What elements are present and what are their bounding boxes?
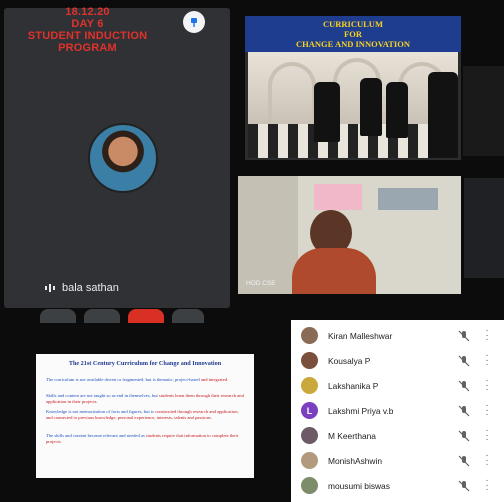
slide-title: The 21st Century Curriculum for Change a… [68, 360, 222, 367]
more-options-button[interactable] [172, 309, 204, 323]
banner-day: DAY 6 [71, 18, 104, 30]
mic-off-icon[interactable] [458, 355, 470, 367]
slide-header-line: FOR [344, 29, 362, 39]
list-item[interactable]: M Keerthana · · · [291, 424, 504, 449]
slide-header: CURRICULUM FOR CHANGE AND INNOVATION [245, 16, 461, 52]
graduation-photo [248, 52, 458, 158]
slide-bullet: The skills and content become relevant a… [46, 433, 239, 445]
self-view-tile[interactable] [463, 66, 504, 156]
mic-off-icon[interactable] [458, 480, 470, 492]
list-item[interactable]: MonishAshwin · · · [291, 449, 504, 474]
speaker-video-tile[interactable] [238, 176, 461, 294]
list-item[interactable]: Lakshanika P · · · [291, 374, 504, 399]
slide-header-line: CURRICULUM [323, 19, 383, 29]
list-item[interactable]: Kiran Malleshwar · · · [291, 324, 504, 349]
avatar [88, 123, 158, 193]
participant-name: Kousalya P [328, 356, 371, 366]
avatar [301, 452, 318, 469]
mic-off-icon[interactable] [458, 380, 470, 392]
slide-bullet: The curriculum is not available driven o… [46, 377, 229, 382]
participant-name: Lakshmi Priya v.b [328, 406, 394, 416]
avatar: L [301, 402, 318, 419]
more-vert-icon[interactable]: · · · [485, 476, 489, 495]
pin-button[interactable] [183, 11, 205, 33]
slide-bullet: Knowledge is not memorization of facts a… [46, 409, 239, 421]
mic-off-icon[interactable] [458, 430, 470, 442]
thumbnail-column[interactable] [464, 178, 504, 278]
pin-icon [191, 18, 197, 27]
leave-call-button[interactable] [128, 309, 164, 323]
slide-bullet: Skills and content are not taught so as … [46, 393, 244, 405]
mic-off-icon[interactable] [458, 330, 470, 342]
mic-off-icon[interactable] [458, 405, 470, 417]
more-vert-icon[interactable]: · · · [485, 376, 489, 395]
list-item[interactable]: L Lakshmi Priya v.b · · · [291, 399, 504, 424]
list-item[interactable]: Kousalya P · · · [291, 349, 504, 374]
banner-date: 18.12.20 [65, 6, 110, 18]
avatar [301, 427, 318, 444]
mic-off-icon[interactable] [458, 455, 470, 467]
mic-button[interactable] [40, 309, 76, 323]
more-vert-icon[interactable]: · · · [485, 426, 489, 445]
meeting-toolbar [40, 309, 210, 323]
audio-level-icon [45, 284, 55, 292]
list-item[interactable]: mousumi biswas · · · [291, 474, 504, 499]
slide-header-line: CHANGE AND INNOVATION [296, 39, 410, 49]
camera-button[interactable] [84, 309, 120, 323]
avatar [301, 352, 318, 369]
more-vert-icon[interactable]: · · · [485, 451, 489, 470]
more-vert-icon[interactable]: · · · [485, 351, 489, 370]
participant-name: bala sathan [62, 282, 119, 294]
avatar [301, 477, 318, 494]
more-vert-icon[interactable]: · · · [485, 326, 489, 345]
banner-program: STUDENT INDUCTION PROGRAM [27, 30, 148, 54]
participant-name: M Keerthana [328, 431, 376, 441]
avatar [301, 327, 318, 344]
participant-name: Kiran Malleshwar [328, 331, 393, 341]
event-banner: 18.12.20 DAY 6 STUDENT INDUCTION PROGRAM [0, 6, 175, 54]
more-vert-icon[interactable]: · · · [485, 401, 489, 420]
speaker-label: HOD CSE [246, 280, 276, 287]
participant-name: MonishAshwin [328, 456, 382, 466]
participant-name: Lakshanika P [328, 381, 379, 391]
avatar [301, 377, 318, 394]
participant-name: mousumi biswas [328, 481, 390, 491]
participants-panel: Kiran Malleshwar · · · Kousalya P · · · Laks… [291, 320, 504, 502]
